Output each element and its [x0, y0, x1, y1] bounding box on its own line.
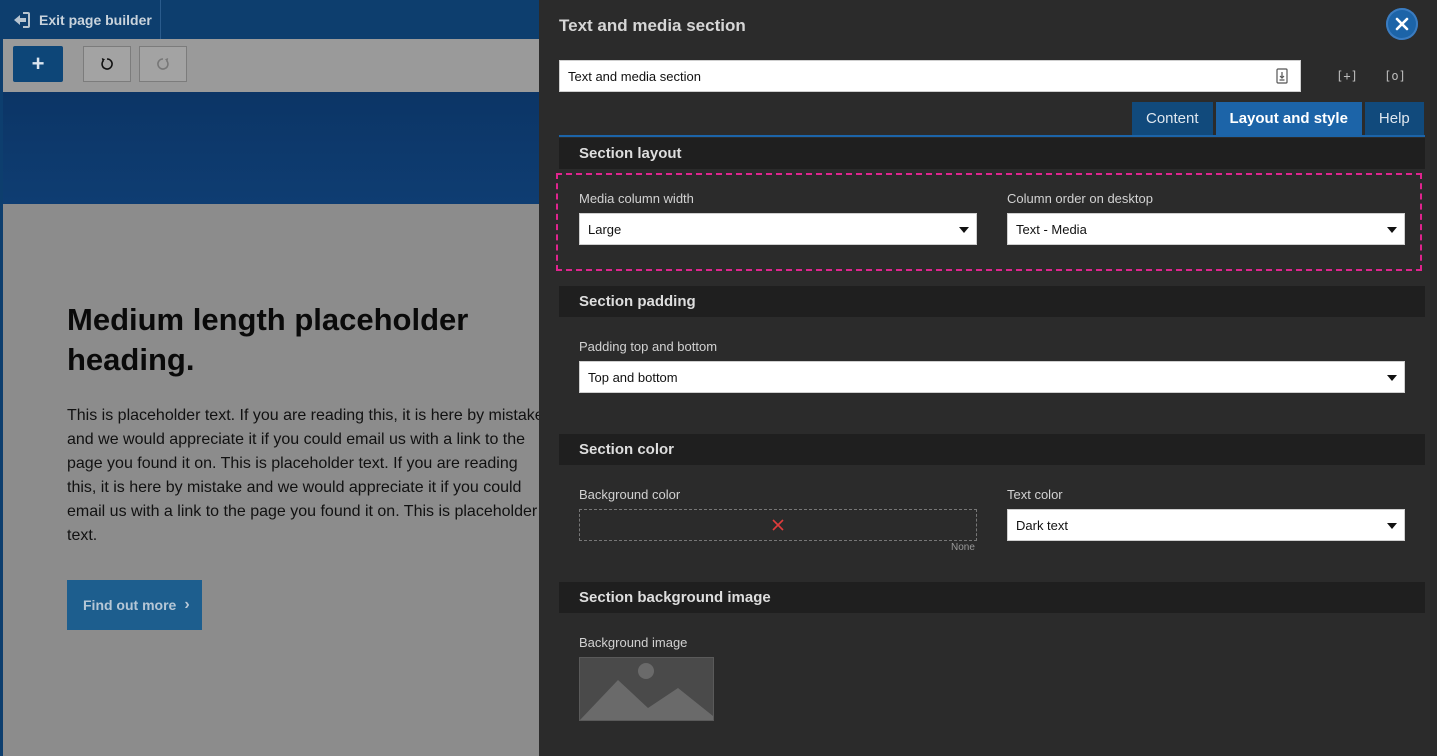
- exit-page-builder-button[interactable]: Exit page builder: [0, 0, 161, 39]
- text-color-label: Text color: [1007, 487, 1063, 502]
- expand-all-button[interactable]: [+]: [1336, 66, 1358, 86]
- chevron-right-icon: ›: [184, 596, 190, 613]
- body-line: this, it is here by mistake and we would…: [67, 479, 522, 496]
- background-color-label: Background color: [579, 487, 681, 502]
- hero-banner: [3, 92, 539, 204]
- image-placeholder-icon: [580, 663, 713, 720]
- builder-top-bar: Exit page builder: [0, 0, 539, 39]
- close-panel-button[interactable]: [1386, 8, 1418, 40]
- panel-tabs: Content Layout and style Help: [1129, 102, 1424, 135]
- caret-down-icon: [1387, 523, 1397, 529]
- section-padding-header[interactable]: Section padding: [559, 286, 1425, 317]
- collapse-all-button[interactable]: [o]: [1384, 66, 1406, 86]
- exit-page-builder-label: Exit page builder: [39, 11, 152, 28]
- exit-icon: [14, 11, 30, 28]
- collapse-icon: [o]: [1384, 69, 1406, 83]
- redo-icon: [157, 58, 169, 70]
- body-line: text.: [67, 527, 98, 544]
- section-body-text: This is placeholder text. If you are rea…: [67, 404, 539, 548]
- caret-down-icon: [1387, 375, 1397, 381]
- clear-color-icon: [772, 519, 784, 531]
- section-layout-header[interactable]: Section layout: [559, 138, 1425, 169]
- section-settings-panel: Text and media section [+] [o] Content L…: [539, 0, 1437, 756]
- section-background-image-header[interactable]: Section background image: [559, 582, 1425, 613]
- section-name-input[interactable]: [560, 61, 1276, 91]
- section-heading: Medium length placeholder heading.: [67, 302, 469, 377]
- body-line: and we would appreciate it if you could …: [67, 431, 526, 448]
- body-line: email us with a link to the page you fou…: [67, 503, 538, 520]
- undo-button[interactable]: [83, 46, 131, 82]
- padding-value: Top and bottom: [588, 369, 678, 385]
- panel-title: Text and media section: [559, 16, 746, 35]
- background-image-picker[interactable]: [579, 657, 714, 721]
- tab-underline: [559, 135, 1425, 137]
- padding-label: Padding top and bottom: [579, 339, 718, 354]
- tab-content[interactable]: Content: [1132, 102, 1213, 135]
- background-color-swatch[interactable]: [579, 509, 977, 541]
- background-image-label: Background image: [579, 635, 688, 650]
- redo-button[interactable]: [139, 46, 187, 82]
- field-info-icon: [1276, 68, 1288, 84]
- builder-toolbar: +: [3, 39, 539, 92]
- page-builder-preview: Exit page builder + Medium length placeh…: [0, 0, 539, 756]
- section-color-header[interactable]: Section color: [559, 434, 1425, 465]
- padding-select[interactable]: Top and bottom: [579, 361, 1405, 393]
- text-color-select[interactable]: Dark text: [1007, 509, 1405, 541]
- find-out-more-label: Find out more: [83, 597, 177, 613]
- text-media-section-preview[interactable]: Medium length placeholder heading. This …: [3, 204, 539, 756]
- section-name-field[interactable]: [559, 60, 1301, 92]
- body-line: page you found it on. This is placeholde…: [67, 455, 518, 472]
- undo-icon: [101, 58, 113, 70]
- body-line: This is placeholder text. If you are rea…: [67, 407, 539, 424]
- add-block-button[interactable]: +: [13, 46, 63, 82]
- tab-layout-and-style[interactable]: Layout and style: [1215, 102, 1362, 135]
- expand-icon: [+]: [1336, 69, 1358, 83]
- find-out-more-button[interactable]: Find out more ›: [67, 580, 202, 630]
- text-color-value: Dark text: [1016, 517, 1069, 533]
- close-icon: [1395, 17, 1409, 31]
- background-color-none-label: None: [951, 542, 975, 553]
- highlight-outline: [556, 173, 1422, 271]
- tab-help[interactable]: Help: [1364, 102, 1424, 135]
